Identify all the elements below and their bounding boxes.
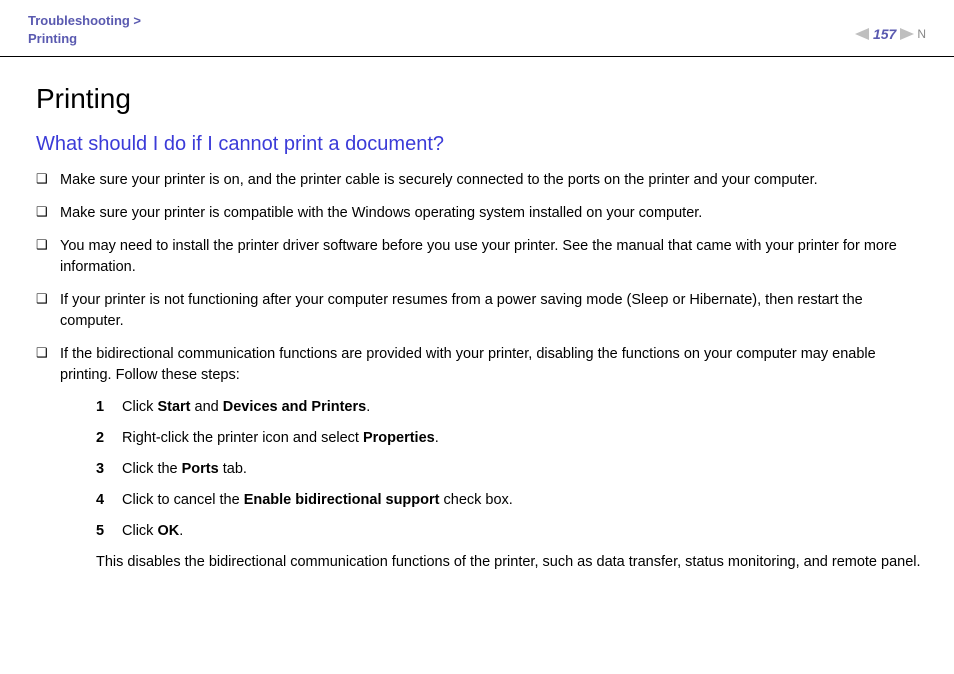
step-number: 3 [96,459,122,480]
step-item: 5 Click OK. [96,521,926,542]
breadcrumb-current: Printing [28,30,141,48]
list-item: ❑ If the bidirectional communication fun… [36,344,926,572]
step-number: 4 [96,490,122,511]
page-navigator: 157 N [855,26,926,42]
bullet-list: ❑ Make sure your printer is on, and the … [36,170,926,572]
next-page-icon[interactable] [900,28,914,40]
step-item: 2 Right-click the printer icon and selec… [96,428,926,449]
bullet-icon: ❑ [36,290,60,309]
prev-page-icon[interactable] [855,28,869,40]
bullet-text: Make sure your printer is on, and the pr… [60,170,926,191]
bullet-text-with-steps: If the bidirectional communication funct… [60,344,926,572]
step-text: Click to cancel the Enable bidirectional… [122,490,926,511]
bullet-text: If the bidirectional communication funct… [60,346,876,383]
steps-list: 1 Click Start and Devices and Printers. … [60,397,926,542]
bullet-text: If your printer is not functioning after… [60,290,926,332]
step-text: Right-click the printer icon and select … [122,428,926,449]
page-title: Printing [36,83,926,115]
breadcrumb-parent: Troubleshooting > [28,12,141,30]
step-text: Click Start and Devices and Printers. [122,397,926,418]
bullet-icon: ❑ [36,344,60,363]
list-item: ❑ If your printer is not functioning aft… [36,290,926,332]
step-text: Click the Ports tab. [122,459,926,480]
section-title: What should I do if I cannot print a doc… [36,133,926,156]
list-item: ❑ You may need to install the printer dr… [36,236,926,278]
n-mark: N [917,27,926,41]
bullet-icon: ❑ [36,236,60,255]
step-number: 2 [96,428,122,449]
step-number: 1 [96,397,122,418]
step-text: Click OK. [122,521,926,542]
bullet-icon: ❑ [36,170,60,189]
bullet-text: Make sure your printer is compatible wit… [60,203,926,224]
page-content: Printing What should I do if I cannot pr… [0,57,954,604]
list-item: ❑ Make sure your printer is compatible w… [36,203,926,224]
step-number: 5 [96,521,122,542]
bullet-icon: ❑ [36,203,60,222]
trailing-note: This disables the bidirectional communic… [60,552,926,573]
bullet-text: You may need to install the printer driv… [60,236,926,278]
page-number: 157 [871,26,898,42]
step-item: 1 Click Start and Devices and Printers. [96,397,926,418]
breadcrumb[interactable]: Troubleshooting > Printing [28,12,141,48]
step-item: 4 Click to cancel the Enable bidirection… [96,490,926,511]
list-item: ❑ Make sure your printer is on, and the … [36,170,926,191]
step-item: 3 Click the Ports tab. [96,459,926,480]
page-header: Troubleshooting > Printing 157 N [0,0,954,57]
